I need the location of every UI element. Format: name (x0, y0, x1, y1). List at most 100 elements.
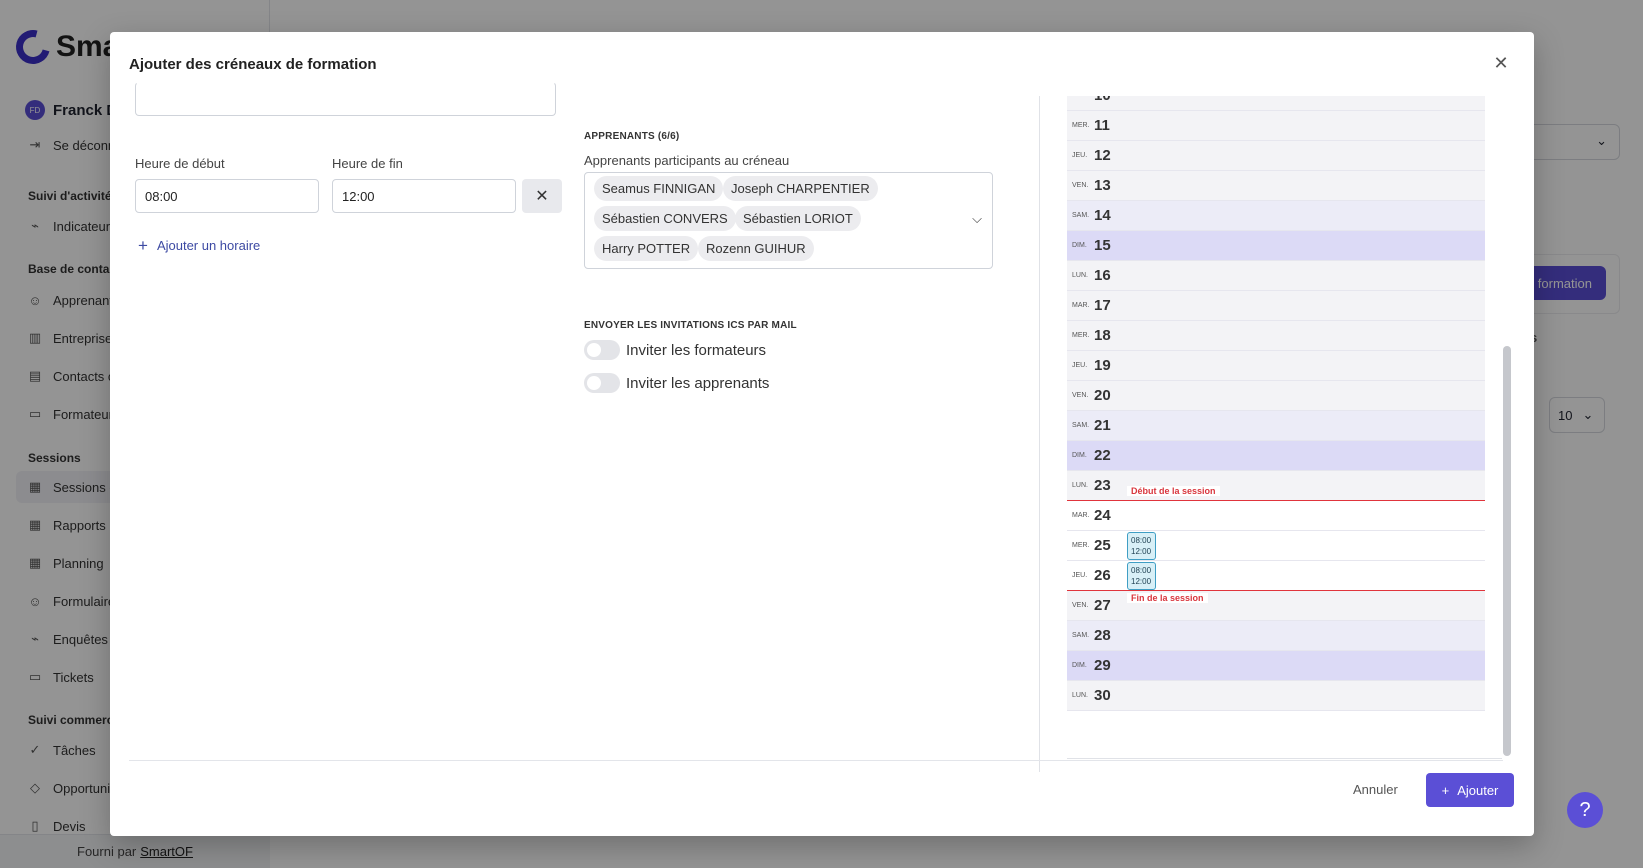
top-field[interactable] (135, 82, 556, 116)
invite-learners-toggle[interactable] (584, 373, 620, 393)
calendar-day-number: 14 (1094, 207, 1111, 224)
calendar-day-row[interactable]: JEU. 19 (1067, 351, 1485, 381)
calendar-day-row[interactable]: 10 (1067, 96, 1485, 111)
calendar-weekday: LUN. (1072, 482, 1088, 489)
calendar-day-row[interactable]: MAR. 24 (1067, 501, 1485, 531)
calendar-day-row[interactable]: VEN. 13 (1067, 171, 1485, 201)
slot-start-time: 08:00 (1131, 536, 1152, 545)
learners-section-title: APPRENANTS (6/6) (584, 131, 680, 142)
learner-chip[interactable]: Joseph CHARPENTIER (723, 176, 878, 201)
add-slot-label: Ajouter un horaire (156, 238, 261, 253)
calendar-weekday: SAM. (1072, 422, 1090, 429)
calendar-day-row[interactable]: LUN. 30 (1067, 681, 1485, 711)
learner-chip[interactable]: Sébastien CONVERS (594, 206, 736, 231)
calendar-day-row[interactable]: MER. 18 (1067, 321, 1485, 351)
calendar-day-row[interactable]: DIM. 15 (1067, 231, 1485, 261)
start-time-label: Heure de début (135, 156, 225, 171)
calendar-day-row[interactable]: DIM. 22 (1067, 441, 1485, 471)
calendar-weekday: JEU. (1072, 362, 1088, 369)
slot-end-time: 12:00 (1131, 547, 1152, 556)
calendar-weekday: MAR. (1072, 302, 1090, 309)
add-slot-button[interactable]: + Ajouter un horaire (138, 237, 260, 254)
calendar-day-number: 11 (1094, 117, 1110, 134)
calendar-weekday: LUN. (1072, 272, 1088, 279)
calendar-day-row[interactable]: LUN. 16 (1067, 261, 1485, 291)
calendar-day-row[interactable]: SAM. 14 (1067, 201, 1485, 231)
learners-field-label: Apprenants participants au créneau (584, 153, 790, 168)
plus-icon: + (138, 236, 148, 255)
calendar-day-number: 15 (1094, 237, 1111, 254)
calendar-day-number: 21 (1094, 417, 1111, 434)
start-time-input[interactable]: 08:00 (135, 179, 319, 213)
calendar-weekday: VEN. (1072, 182, 1089, 189)
calendar[interactable]: 10 MER. 11 JEU. 12 VEN. 13 SAM. 14 DIM. 15 LUN. 16 MA… (1067, 96, 1485, 773)
calendar-day-number: 28 (1094, 627, 1111, 644)
footer-divider (129, 760, 1503, 761)
column-divider (1039, 96, 1040, 772)
calendar-weekday: DIM. (1072, 242, 1087, 249)
learners-multiselect[interactable]: Seamus FINNIGAN Joseph CHARPENTIER Sébas… (584, 172, 993, 269)
calendar-day-row[interactable]: VEN. 20 (1067, 381, 1485, 411)
submit-button[interactable]: + Ajouter (1426, 773, 1514, 807)
calendar-day-row[interactable]: JEU. 12 (1067, 141, 1485, 171)
calendar-day-row[interactable]: SAM. 21 (1067, 411, 1485, 441)
calendar-day-row[interactable]: SAM. 28 (1067, 621, 1485, 651)
close-icon: ✕ (535, 188, 549, 205)
calendar-weekday: DIM. (1072, 452, 1087, 459)
calendar-day-number: 13 (1094, 177, 1111, 194)
calendar-weekday: SAM. (1072, 632, 1090, 639)
calendar-day-number: 23 (1094, 477, 1111, 494)
calendar-day-number: 22 (1094, 447, 1111, 464)
calendar-day-number: 20 (1094, 387, 1111, 404)
calendar-day-number: 12 (1094, 147, 1111, 164)
calendar-weekday: MAR. (1072, 512, 1090, 519)
remove-time-button[interactable]: ✕ (522, 179, 562, 213)
calendar-day-number: 10 (1094, 96, 1111, 104)
calendar-weekday: DIM. (1072, 662, 1087, 669)
invite-trainers-label: Inviter les formateurs (626, 341, 767, 359)
help-button[interactable]: ? (1567, 792, 1603, 828)
invite-trainers-row: Inviter les formateurs (584, 340, 766, 360)
calendar-weekday: MER. (1072, 332, 1090, 339)
session-end-label: Fin de la session (1127, 593, 1208, 603)
calendar-day-number: 18 (1094, 327, 1111, 344)
ics-section-title: ENVOYER LES INVITATIONS ICS PAR MAIL (584, 320, 797, 331)
learner-chip[interactable]: Harry POTTER (594, 236, 699, 261)
session-start-label: Début de la session (1127, 486, 1220, 496)
slot-start-time: 08:00 (1131, 566, 1152, 575)
time-slot-chip[interactable]: 08:00 12:00 (1127, 532, 1156, 560)
plus-icon: + (1441, 782, 1450, 798)
calendar-day-number: 16 (1094, 267, 1111, 284)
calendar-weekday: SAM. (1072, 212, 1090, 219)
add-slots-modal: Ajouter des créneaux de formation ✕ Heur… (110, 32, 1534, 836)
scrollbar-thumb[interactable] (1503, 346, 1511, 756)
calendar-weekday: VEN. (1072, 392, 1089, 399)
learner-chip[interactable]: Rozenn GUIHUR (698, 236, 814, 261)
calendar-day-number: 24 (1094, 507, 1111, 524)
end-time-input[interactable]: 12:00 (332, 179, 516, 213)
chevron-down-icon[interactable]: ⌵ (972, 211, 982, 227)
time-slot-chip[interactable]: 08:00 12:00 (1127, 562, 1156, 590)
invite-trainers-toggle[interactable] (584, 340, 620, 360)
session-end-line (1067, 590, 1485, 591)
calendar-day-number: 29 (1094, 657, 1111, 674)
calendar-day-row[interactable]: MAR. 17 (1067, 291, 1485, 321)
close-button[interactable]: ✕ (1490, 52, 1512, 74)
calendar-day-row[interactable]: DIM. 29 (1067, 651, 1485, 681)
calendar-bottom-border (1067, 758, 1502, 759)
calendar-weekday: VEN. (1072, 602, 1089, 609)
learner-chip[interactable]: Sébastien LORIOT (735, 206, 861, 231)
calendar-day-number: 26 (1094, 567, 1111, 584)
calendar-day-number: 25 (1094, 537, 1111, 554)
calendar-day-number: 27 (1094, 597, 1111, 614)
invite-learners-row: Inviter les apprenants (584, 373, 769, 393)
help-icon: ? (1579, 798, 1591, 821)
calendar-weekday: LUN. (1072, 692, 1088, 699)
calendar-day-number: 17 (1094, 297, 1111, 314)
close-icon: ✕ (1493, 52, 1509, 73)
calendar-day-row[interactable]: MER. 11 (1067, 111, 1485, 141)
calendar-day-number: 30 (1094, 687, 1111, 704)
cancel-button[interactable]: Annuler (1353, 782, 1398, 797)
session-start-line (1067, 500, 1485, 501)
learner-chip[interactable]: Seamus FINNIGAN (594, 176, 724, 201)
